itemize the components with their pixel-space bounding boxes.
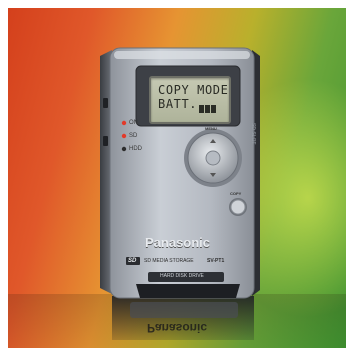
lcd-screen: COPY MODE BATT. (149, 76, 231, 124)
battery-segment-1 (199, 105, 204, 113)
led-label-hdd: HDD (129, 146, 142, 152)
device-base (136, 284, 240, 298)
led-hdd-indicator (121, 146, 127, 152)
lcd-line-mode: COPY MODE (158, 83, 229, 97)
product-photo: COPY MODE BATT. ON SD HDD MENU COPY Pana… (8, 8, 346, 348)
brand-logo: Panasonic (145, 235, 211, 250)
battery-segment-2 (205, 105, 210, 113)
led-sd-indicator (121, 133, 127, 139)
led-on-indicator (121, 120, 127, 126)
copy-button-cap (230, 199, 246, 215)
brand-reflection: Panasonic (147, 321, 208, 335)
side-slot-label: SD SLOT (250, 123, 256, 145)
lcd-line-battery: BATT. (158, 97, 198, 111)
led-label-sd: SD (129, 133, 138, 139)
device-illustration (100, 47, 260, 340)
hdd-strip-label: HARD DISK DRIVE (160, 273, 204, 279)
led-label-on: ON (129, 120, 138, 126)
model-number: SV-PT1 (207, 258, 225, 264)
menu-label: MENU (205, 126, 217, 131)
media-storage-text: SD MEDIA STORAGE (144, 258, 194, 264)
sd-logo-text: SD (128, 258, 137, 264)
copy-label: COPY (230, 191, 242, 196)
battery-segment-3 (211, 105, 216, 113)
